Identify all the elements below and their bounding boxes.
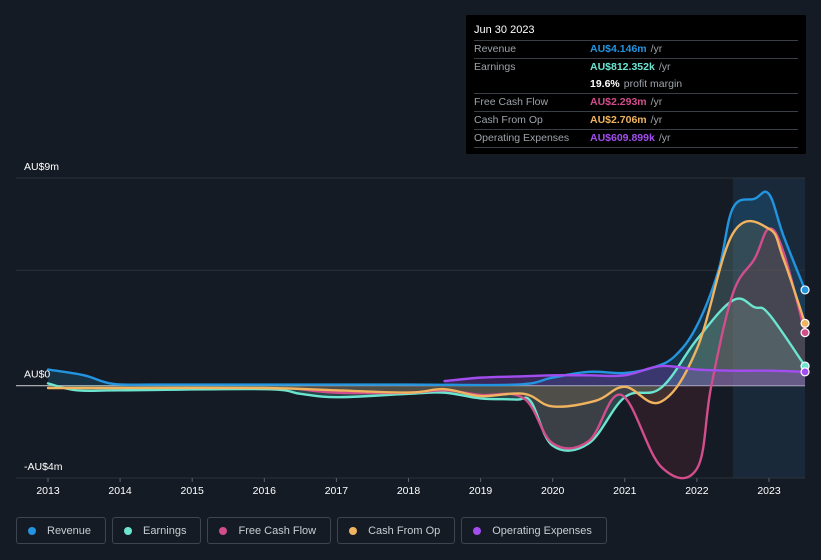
x-axis-label: 2019	[469, 485, 493, 497]
legend-item-earnings[interactable]: Earnings	[112, 517, 202, 544]
tooltip-unit: /yr	[658, 132, 671, 144]
tooltip-unit: /yr	[658, 61, 671, 73]
tooltip-row-cash-from-op: Cash From Op AU$2.706m /yr	[474, 112, 798, 130]
tooltip-value: AU$2.293m	[590, 96, 647, 108]
tooltip-row-revenue: Revenue AU$4.146m /yr	[474, 41, 798, 59]
tooltip-value: AU$609.899k	[590, 132, 655, 144]
tooltip-label: Cash From Op	[474, 114, 543, 126]
tooltip-unit: /yr	[650, 96, 663, 108]
legend-dot-icon	[28, 526, 36, 535]
x-axis: 2013 2014 2015 2016 2017 2018 2019 2020 2021 2022…	[36, 478, 781, 497]
operating-expenses-end-marker	[800, 367, 810, 377]
tooltip-label: Operating Expenses	[474, 132, 570, 144]
legend: Revenue Earnings Free Cash Flow Cash Fro…	[16, 517, 607, 544]
x-axis-label: 2015	[181, 485, 205, 497]
legend-item-free-cash-flow[interactable]: Free Cash Flow	[207, 517, 332, 544]
legend-label: Earnings	[143, 524, 187, 537]
revenue-end-marker	[800, 285, 810, 295]
tooltip-unit: /yr	[650, 114, 663, 126]
x-axis-label: 2017	[325, 485, 349, 497]
legend-label: Operating Expenses	[492, 524, 592, 537]
y-axis-label: AU$9m	[24, 161, 59, 173]
legend-item-cash-from-op[interactable]: Cash From Op	[337, 517, 456, 544]
tooltip-label: Revenue	[474, 43, 517, 55]
cash-from-op-end-marker	[800, 318, 810, 328]
tooltip-date: Jun 30 2023	[474, 23, 798, 41]
tooltip-value: AU$812.352k	[590, 61, 655, 73]
y-axis-labels: AU$9m AU$0 -AU$4m	[24, 161, 63, 473]
tooltip-value: AU$4.146m	[590, 43, 647, 55]
legend-label: Free Cash Flow	[238, 524, 317, 537]
x-axis-label: 2020	[541, 485, 565, 497]
legend-dot-icon	[473, 526, 482, 535]
tooltip-row-profit-margin: 19.6% profit margin	[474, 76, 798, 94]
tooltip-row-operating-expenses: Operating Expenses AU$609.899k /yr	[474, 130, 798, 148]
legend-dot-icon	[124, 526, 133, 535]
legend-item-revenue[interactable]: Revenue	[16, 517, 107, 544]
x-axis-label: 2016	[253, 485, 277, 497]
tooltip-value: AU$2.706m	[590, 114, 647, 126]
legend-dot-icon	[219, 526, 228, 535]
y-axis-label: -AU$4m	[24, 461, 63, 473]
free-cash-flow-end-marker	[800, 328, 810, 338]
x-axis-label: 2023	[757, 485, 781, 497]
tooltip-row-free-cash-flow: Free Cash Flow AU$2.293m /yr	[474, 94, 798, 112]
x-axis-label: 2018	[397, 485, 421, 497]
tooltip-label	[474, 76, 590, 93]
tooltip-unit: /yr	[650, 43, 663, 55]
legend-label: Cash From Op	[368, 524, 441, 537]
tooltip: Jun 30 2023 Revenue AU$4.146m /yr Earnin…	[466, 15, 806, 154]
legend-item-operating-expenses[interactable]: Operating Expenses	[461, 517, 607, 544]
x-axis-label: 2014	[108, 485, 132, 497]
y-axis-label: AU$0	[24, 369, 50, 381]
tooltip-unit: profit margin	[623, 78, 683, 90]
x-axis-label: 2022	[685, 485, 709, 497]
legend-dot-icon	[349, 526, 358, 535]
tooltip-row-earnings: Earnings AU$812.352k /yr	[474, 59, 798, 76]
tooltip-value: 19.6%	[590, 78, 620, 90]
tooltip-label: Free Cash Flow	[474, 96, 549, 108]
x-axis-label: 2021	[613, 485, 637, 497]
x-axis-label: 2013	[36, 485, 60, 497]
legend-label: Revenue	[47, 524, 92, 537]
tooltip-label: Earnings	[474, 61, 516, 73]
